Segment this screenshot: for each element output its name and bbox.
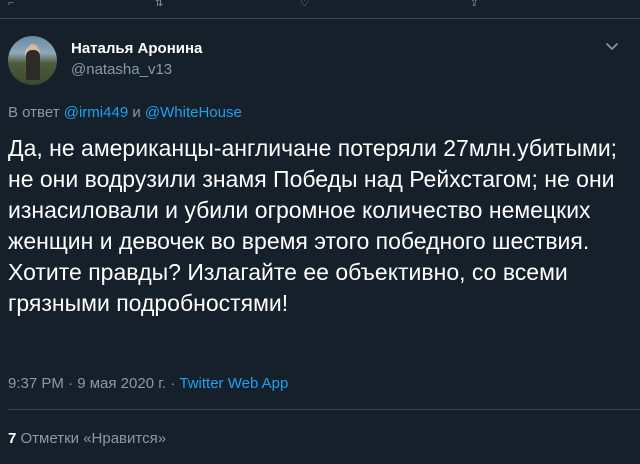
source-app-link[interactable]: Twitter Web App	[179, 375, 288, 392]
reply-context: В ответ @irmi449 и @WhiteHouse	[8, 104, 242, 121]
meta-separator-2: ·	[170, 375, 176, 392]
user-handle[interactable]: @natasha_v13	[71, 61, 172, 78]
avatar[interactable]	[8, 36, 57, 85]
likes-count: 7	[8, 430, 17, 447]
retweet-icon[interactable]: ⇅	[155, 0, 169, 9]
like-icon[interactable]: ♡	[300, 0, 314, 9]
likes-label: Отметки «Нравится»	[20, 430, 167, 447]
display-name[interactable]: Наталья Аронина	[71, 40, 202, 57]
reply-icon[interactable]: ⌐	[8, 0, 22, 9]
tweet-date[interactable]: 9 мая 2020 г.	[77, 375, 166, 392]
avatar-figure	[26, 50, 40, 80]
reply-conjunction: и	[132, 104, 141, 121]
mention-link-whitehouse[interactable]: @WhiteHouse	[145, 104, 242, 121]
mention-link-irmi449[interactable]: @irmi449	[64, 104, 128, 121]
meta-separator: ·	[68, 375, 74, 392]
tweet-time[interactable]: 9:37 PM	[8, 375, 64, 392]
reply-prefix: В ответ	[8, 104, 60, 121]
previous-tweet-actions-bar: ⌐ ⇅ ♡ ⇪	[0, 0, 640, 19]
chevron-down-icon[interactable]	[604, 38, 620, 54]
share-icon[interactable]: ⇪	[470, 0, 484, 9]
tweet-text: Да, не американцы-англичане потеряли 27м…	[8, 135, 618, 316]
likes-stat[interactable]: 7 Отметки «Нравится»	[8, 430, 166, 447]
tweet-metadata: 9:37 PM · 9 мая 2020 г. · Twitter Web Ap…	[8, 375, 288, 392]
divider	[8, 409, 640, 410]
